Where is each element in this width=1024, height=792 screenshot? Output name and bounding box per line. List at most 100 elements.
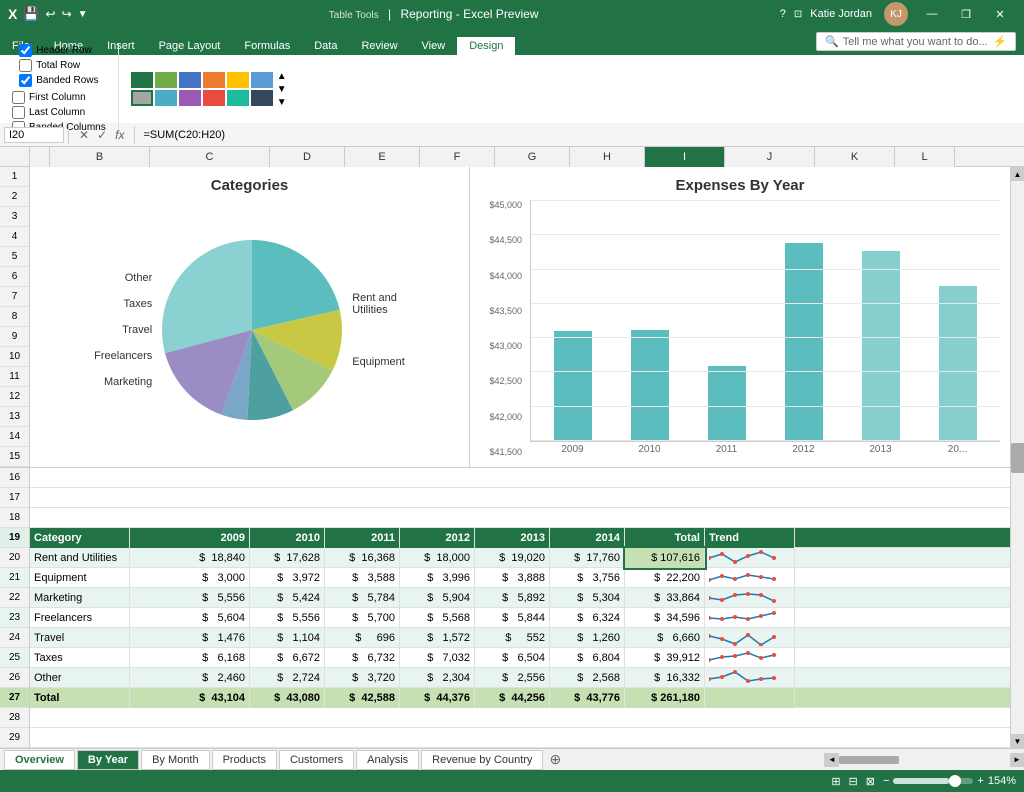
col-header-G[interactable]: G bbox=[495, 147, 570, 167]
last-col-check[interactable]: Last Column bbox=[12, 106, 106, 119]
tab-customers[interactable]: Customers bbox=[279, 750, 354, 770]
hscroll-left-btn[interactable]: ◄ bbox=[825, 753, 839, 767]
tab-page-layout[interactable]: Page Layout bbox=[147, 37, 233, 55]
cell-reference-box[interactable] bbox=[4, 127, 64, 143]
style-swatch[interactable] bbox=[155, 90, 177, 106]
tab-by-year[interactable]: By Year bbox=[77, 750, 139, 770]
hscroll-track[interactable] bbox=[839, 756, 1010, 764]
style-swatch[interactable] bbox=[203, 72, 225, 88]
quick-access-undo[interactable]: ↩ bbox=[46, 7, 56, 21]
tab-review[interactable]: Review bbox=[349, 37, 409, 55]
scroll-thumb[interactable] bbox=[1011, 443, 1024, 473]
header-cell-total: Total bbox=[625, 528, 705, 548]
header-row-check[interactable]: Header Row bbox=[19, 44, 98, 57]
row-num-20: 20 bbox=[0, 548, 29, 568]
horizontal-scrollbar[interactable]: ◄ ► bbox=[824, 753, 1024, 767]
col-header-F[interactable]: F bbox=[420, 147, 495, 167]
table-row-freelancers[interactable]: Freelancers $ 5,604 $ 5,556 $ 5,700 $ 5,… bbox=[30, 608, 1010, 628]
style-swatch[interactable] bbox=[131, 72, 153, 88]
minimize-button[interactable]: — bbox=[916, 3, 948, 25]
close-button[interactable]: ✕ bbox=[984, 3, 1016, 25]
view-page-break-icon[interactable]: ⊠ bbox=[866, 775, 875, 788]
style-swatch[interactable] bbox=[251, 90, 273, 106]
col-header-I[interactable]: I bbox=[645, 147, 725, 167]
row-num-13: 13 bbox=[0, 407, 29, 427]
view-page-layout-icon[interactable]: ⊟ bbox=[849, 775, 858, 788]
col-header-B[interactable]: B bbox=[50, 147, 150, 167]
col-header-K[interactable]: K bbox=[815, 147, 895, 167]
scroll-up-btn[interactable]: ▲ bbox=[1011, 167, 1024, 181]
table-row-travel[interactable]: Travel $ 1,476 $ 1,104 $ 696 $ 1,572 $ 5… bbox=[30, 628, 1010, 648]
style-swatch[interactable] bbox=[203, 90, 225, 106]
col-header-L[interactable]: L bbox=[895, 147, 955, 167]
sparkline-rent bbox=[709, 550, 789, 566]
hscroll-right-btn[interactable]: ► bbox=[1010, 753, 1024, 767]
tab-overview[interactable]: Overview bbox=[4, 750, 75, 770]
row-num-26: 26 bbox=[0, 668, 29, 688]
tab-products[interactable]: Products bbox=[212, 750, 277, 770]
hscroll-thumb[interactable] bbox=[839, 756, 899, 764]
cell-mkt-trend bbox=[705, 588, 795, 608]
tab-formulas[interactable]: Formulas bbox=[232, 37, 302, 55]
gallery-down[interactable]: ▼ bbox=[277, 84, 287, 95]
col-header-A[interactable] bbox=[30, 147, 50, 167]
quick-access-redo[interactable]: ↪ bbox=[62, 7, 72, 21]
first-col-check[interactable]: First Column bbox=[12, 91, 106, 104]
style-swatch[interactable] bbox=[179, 72, 201, 88]
tab-revenue-by-country[interactable]: Revenue by Country bbox=[421, 750, 543, 770]
cell-rent-trend bbox=[705, 548, 795, 568]
tab-analysis[interactable]: Analysis bbox=[356, 750, 419, 770]
cell-equip-2012: $ 3,996 bbox=[400, 568, 475, 588]
style-swatch[interactable] bbox=[251, 72, 273, 88]
table-row-equipment[interactable]: Equipment $ 3,000 $ 3,972 $ 3,588 $ 3,99… bbox=[30, 568, 1010, 588]
style-swatch[interactable] bbox=[179, 90, 201, 106]
quick-access-customize[interactable]: ▼ bbox=[78, 9, 88, 20]
zoom-controls: − + 154% bbox=[883, 775, 1016, 787]
table-row-other[interactable]: Other $ 2,460 $ 2,724 $ 3,720 $ 2,304 $ … bbox=[30, 668, 1010, 688]
tab-design[interactable]: Design bbox=[457, 37, 515, 55]
zoom-thumb[interactable] bbox=[949, 775, 961, 787]
y-label-4: $43,500 bbox=[480, 306, 522, 316]
add-sheet-button[interactable]: ⊕ bbox=[545, 750, 565, 770]
style-swatch[interactable] bbox=[155, 72, 177, 88]
tab-data[interactable]: Data bbox=[302, 37, 349, 55]
style-swatch[interactable] bbox=[227, 72, 249, 88]
confirm-formula-icon[interactable]: ✓ bbox=[97, 128, 107, 142]
gallery-more[interactable]: ▼ bbox=[277, 97, 287, 108]
view-normal-icon[interactable]: ⊞ bbox=[831, 775, 840, 788]
col-header-H[interactable]: H bbox=[570, 147, 645, 167]
status-right: ⊞ ⊟ ⊠ − + 154% bbox=[831, 775, 1016, 788]
style-swatch-selected[interactable] bbox=[131, 90, 153, 106]
scroll-down-btn[interactable]: ▼ bbox=[1011, 734, 1024, 748]
quick-access-save[interactable]: 💾 bbox=[23, 6, 39, 22]
col-header-E[interactable]: E bbox=[345, 147, 420, 167]
total-row-check[interactable]: Total Row bbox=[19, 59, 98, 72]
style-swatch[interactable] bbox=[227, 90, 249, 106]
pie-chart-svg bbox=[162, 240, 342, 420]
tab-view[interactable]: View bbox=[410, 37, 458, 55]
zoom-slider[interactable] bbox=[893, 778, 973, 784]
title-bar: X 💾 ↩ ↪ ▼ Table Tools | Reporting - Exce… bbox=[0, 0, 1024, 28]
restore-button[interactable]: ❐ bbox=[950, 3, 982, 25]
table-row-taxes[interactable]: Taxes $ 6,168 $ 6,672 $ 6,732 $ 7,032 $ … bbox=[30, 648, 1010, 668]
cell-equip-total: $ 22,200 bbox=[625, 568, 705, 588]
cell-oth-2012: $ 2,304 bbox=[400, 668, 475, 688]
table-row-rent[interactable]: Rent and Utilities $ 18,840 $ 17,628 $ 1… bbox=[30, 548, 1010, 568]
col-header-D[interactable]: D bbox=[270, 147, 345, 167]
vertical-scrollbar[interactable]: ▲ ▼ bbox=[1010, 167, 1024, 748]
col-header-C[interactable]: C bbox=[150, 147, 270, 167]
header-cell-2014: 2014 bbox=[550, 528, 625, 548]
col-header-J[interactable]: J bbox=[725, 147, 815, 167]
zoom-in-icon[interactable]: + bbox=[977, 775, 983, 787]
insert-function-icon[interactable]: fx bbox=[115, 128, 124, 142]
gallery-up[interactable]: ▲ bbox=[277, 71, 287, 82]
help-button[interactable]: ? bbox=[780, 8, 786, 20]
banded-rows-check[interactable]: Banded Rows bbox=[19, 74, 98, 87]
sparkline-travel bbox=[709, 630, 789, 646]
ribbon-collapse-icon[interactable]: ⊡ bbox=[794, 9, 802, 20]
cancel-formula-icon[interactable]: ✕ bbox=[79, 128, 89, 142]
search-bar[interactable]: 🔍 Tell me what you want to do... ⚡ bbox=[816, 32, 1016, 51]
tab-by-month[interactable]: By Month bbox=[141, 750, 209, 770]
zoom-out-icon[interactable]: − bbox=[883, 775, 889, 787]
table-row-marketing[interactable]: Marketing $ 5,556 $ 5,424 $ 5,784 $ 5,90… bbox=[30, 588, 1010, 608]
